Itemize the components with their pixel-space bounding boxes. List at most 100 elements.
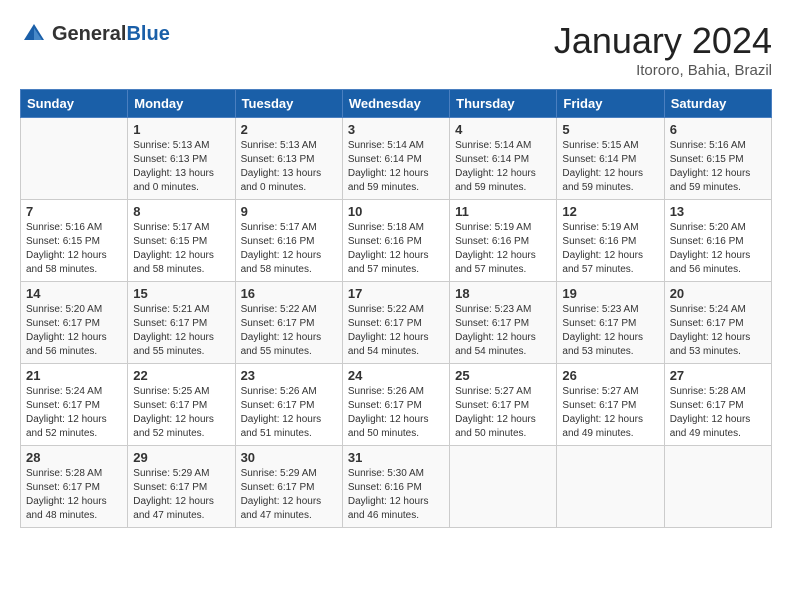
header-thursday: Thursday xyxy=(450,90,557,118)
calendar-cell: 27 Sunrise: 5:28 AM Sunset: 6:17 PM Dayli… xyxy=(664,364,771,446)
calendar-cell: 12 Sunrise: 5:19 AM Sunset: 6:16 PM Dayli… xyxy=(557,200,664,282)
header-saturday: Saturday xyxy=(664,90,771,118)
day-detail: Sunrise: 5:27 AM Sunset: 6:17 PM Dayligh… xyxy=(562,385,658,441)
calendar-cell: 1 Sunrise: 5:13 AM Sunset: 6:13 PM Daylig… xyxy=(128,118,235,200)
day-number: 20 xyxy=(670,286,766,301)
logo: GeneralBlue xyxy=(20,20,170,48)
calendar-cell: 11Sunrise: 5:19 AM Sunset: 6:16 PM Dayli… xyxy=(450,200,557,282)
day-number: 1 xyxy=(133,122,229,137)
day-number: 6 xyxy=(670,122,766,137)
day-number: 13 xyxy=(670,204,766,219)
day-number: 21 xyxy=(26,368,122,383)
day-number: 10 xyxy=(348,204,444,219)
calendar-cell: 7 Sunrise: 5:16 AM Sunset: 6:15 PM Daylig… xyxy=(21,200,128,282)
day-detail: Sunrise: 5:20 AM Sunset: 6:17 PM Dayligh… xyxy=(26,303,122,359)
day-number: 16 xyxy=(241,286,337,301)
calendar-header-row: SundayMondayTuesdayWednesdayThursdayFrid… xyxy=(21,90,772,118)
day-number: 9 xyxy=(241,204,337,219)
day-detail: Sunrise: 5:23 AM Sunset: 6:17 PM Dayligh… xyxy=(562,303,658,359)
calendar-cell: 8Sunrise: 5:17 AM Sunset: 6:15 PM Daylig… xyxy=(128,200,235,282)
calendar-cell: 15 Sunrise: 5:21 AM Sunset: 6:17 PM Dayli… xyxy=(128,282,235,364)
day-number: 27 xyxy=(670,368,766,383)
calendar-week-row: 14 Sunrise: 5:20 AM Sunset: 6:17 PM Dayli… xyxy=(21,282,772,364)
day-number: 23 xyxy=(241,368,337,383)
calendar-table: SundayMondayTuesdayWednesdayThursdayFrid… xyxy=(20,89,772,528)
day-detail: Sunrise: 5:16 AM Sunset: 6:15 PM Dayligh… xyxy=(26,221,122,277)
calendar-cell: 19 Sunrise: 5:23 AM Sunset: 6:17 PM Dayli… xyxy=(557,282,664,364)
day-detail: Sunrise: 5:14 AM Sunset: 6:14 PM Dayligh… xyxy=(455,139,551,195)
calendar-cell: 10 Sunrise: 5:18 AM Sunset: 6:16 PM Dayli… xyxy=(342,200,449,282)
day-number: 11 xyxy=(455,204,551,219)
calendar-cell: 30 Sunrise: 5:29 AM Sunset: 6:17 PM Dayli… xyxy=(235,446,342,528)
calendar-cell: 9 Sunrise: 5:17 AM Sunset: 6:16 PM Daylig… xyxy=(235,200,342,282)
day-number: 18 xyxy=(455,286,551,301)
calendar-cell: 16 Sunrise: 5:22 AM Sunset: 6:17 PM Dayli… xyxy=(235,282,342,364)
day-detail: Sunrise: 5:17 AM Sunset: 6:15 PM Dayligh… xyxy=(133,221,229,277)
day-detail: Sunrise: 5:29 AM Sunset: 6:17 PM Dayligh… xyxy=(133,467,229,523)
day-number: 4 xyxy=(455,122,551,137)
day-number: 29 xyxy=(133,450,229,465)
calendar-week-row: 1 Sunrise: 5:13 AM Sunset: 6:13 PM Daylig… xyxy=(21,118,772,200)
day-detail: Sunrise: 5:17 AM Sunset: 6:16 PM Dayligh… xyxy=(241,221,337,277)
day-detail: Sunrise: 5:13 AM Sunset: 6:13 PM Dayligh… xyxy=(133,139,229,195)
day-detail: Sunrise: 5:23 AM Sunset: 6:17 PM Dayligh… xyxy=(455,303,551,359)
calendar-cell: 3Sunrise: 5:14 AM Sunset: 6:14 PM Daylig… xyxy=(342,118,449,200)
calendar-cell: 4 Sunrise: 5:14 AM Sunset: 6:14 PM Daylig… xyxy=(450,118,557,200)
calendar-cell: 17 Sunrise: 5:22 AM Sunset: 6:17 PM Dayli… xyxy=(342,282,449,364)
calendar-cell xyxy=(664,446,771,528)
calendar-week-row: 21Sunrise: 5:24 AM Sunset: 6:17 PM Dayli… xyxy=(21,364,772,446)
calendar-week-row: 7 Sunrise: 5:16 AM Sunset: 6:15 PM Daylig… xyxy=(21,200,772,282)
calendar-cell xyxy=(450,446,557,528)
day-detail: Sunrise: 5:26 AM Sunset: 6:17 PM Dayligh… xyxy=(348,385,444,441)
calendar-cell xyxy=(557,446,664,528)
day-detail: Sunrise: 5:27 AM Sunset: 6:17 PM Dayligh… xyxy=(455,385,551,441)
calendar-cell: 21Sunrise: 5:24 AM Sunset: 6:17 PM Dayli… xyxy=(21,364,128,446)
calendar-cell: 6Sunrise: 5:16 AM Sunset: 6:15 PM Daylig… xyxy=(664,118,771,200)
title-block: January 2024 Itororo, Bahia, Brazil xyxy=(554,20,772,79)
day-number: 26 xyxy=(562,368,658,383)
header-friday: Friday xyxy=(557,90,664,118)
calendar-cell: 20 Sunrise: 5:24 AM Sunset: 6:17 PM Dayli… xyxy=(664,282,771,364)
day-detail: Sunrise: 5:20 AM Sunset: 6:16 PM Dayligh… xyxy=(670,221,766,277)
day-number: 12 xyxy=(562,204,658,219)
day-detail: Sunrise: 5:22 AM Sunset: 6:17 PM Dayligh… xyxy=(348,303,444,359)
day-number: 3 xyxy=(348,122,444,137)
day-detail: Sunrise: 5:22 AM Sunset: 6:17 PM Dayligh… xyxy=(241,303,337,359)
day-detail: Sunrise: 5:24 AM Sunset: 6:17 PM Dayligh… xyxy=(670,303,766,359)
day-detail: Sunrise: 5:28 AM Sunset: 6:17 PM Dayligh… xyxy=(670,385,766,441)
day-number: 22 xyxy=(133,368,229,383)
calendar-cell: 13 Sunrise: 5:20 AM Sunset: 6:16 PM Dayli… xyxy=(664,200,771,282)
header-wednesday: Wednesday xyxy=(342,90,449,118)
day-detail: Sunrise: 5:25 AM Sunset: 6:17 PM Dayligh… xyxy=(133,385,229,441)
day-number: 2 xyxy=(241,122,337,137)
page-header: GeneralBlue January 2024 Itororo, Bahia,… xyxy=(20,20,772,79)
day-number: 14 xyxy=(26,286,122,301)
day-detail: Sunrise: 5:15 AM Sunset: 6:14 PM Dayligh… xyxy=(562,139,658,195)
day-number: 15 xyxy=(133,286,229,301)
calendar-cell: 2Sunrise: 5:13 AM Sunset: 6:13 PM Daylig… xyxy=(235,118,342,200)
day-detail: Sunrise: 5:21 AM Sunset: 6:17 PM Dayligh… xyxy=(133,303,229,359)
calendar-cell: 18 Sunrise: 5:23 AM Sunset: 6:17 PM Dayli… xyxy=(450,282,557,364)
day-detail: Sunrise: 5:29 AM Sunset: 6:17 PM Dayligh… xyxy=(241,467,337,523)
day-number: 5 xyxy=(562,122,658,137)
calendar-cell: 28 Sunrise: 5:28 AM Sunset: 6:17 PM Dayli… xyxy=(21,446,128,528)
day-number: 7 xyxy=(26,204,122,219)
calendar-cell: 22 Sunrise: 5:25 AM Sunset: 6:17 PM Dayli… xyxy=(128,364,235,446)
logo-blue-text: Blue xyxy=(126,23,169,45)
day-number: 28 xyxy=(26,450,122,465)
day-number: 17 xyxy=(348,286,444,301)
calendar-cell: 26 Sunrise: 5:27 AM Sunset: 6:17 PM Dayli… xyxy=(557,364,664,446)
calendar-week-row: 28 Sunrise: 5:28 AM Sunset: 6:17 PM Dayli… xyxy=(21,446,772,528)
day-detail: Sunrise: 5:19 AM Sunset: 6:16 PM Dayligh… xyxy=(562,221,658,277)
day-detail: Sunrise: 5:28 AM Sunset: 6:17 PM Dayligh… xyxy=(26,467,122,523)
day-detail: Sunrise: 5:26 AM Sunset: 6:17 PM Dayligh… xyxy=(241,385,337,441)
day-number: 31 xyxy=(348,450,444,465)
calendar-cell: 14 Sunrise: 5:20 AM Sunset: 6:17 PM Dayli… xyxy=(21,282,128,364)
day-detail: Sunrise: 5:18 AM Sunset: 6:16 PM Dayligh… xyxy=(348,221,444,277)
location-text: Itororo, Bahia, Brazil xyxy=(554,62,772,79)
header-tuesday: Tuesday xyxy=(235,90,342,118)
day-number: 30 xyxy=(241,450,337,465)
day-detail: Sunrise: 5:30 AM Sunset: 6:16 PM Dayligh… xyxy=(348,467,444,523)
day-number: 19 xyxy=(562,286,658,301)
day-number: 25 xyxy=(455,368,551,383)
